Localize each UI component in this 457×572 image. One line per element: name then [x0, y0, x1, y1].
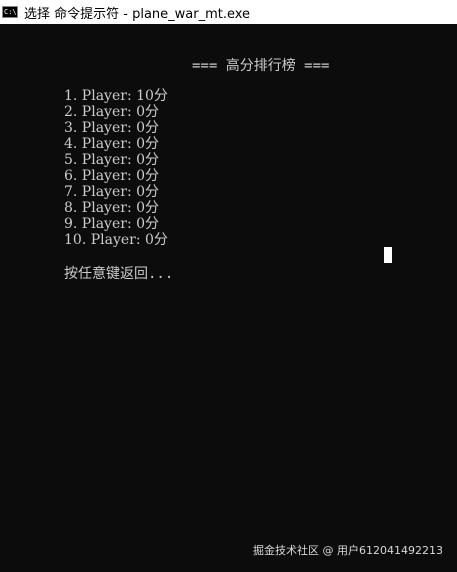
command-prompt-icon-label: C:\	[4, 8, 17, 16]
score-entry: 7. Player: 0分	[64, 184, 160, 200]
score-entry: 9. Player: 0分	[64, 216, 160, 232]
text-cursor	[384, 247, 392, 263]
command-prompt-icon[interactable]: C:\	[2, 6, 18, 18]
score-entry: 1. Player: 10分	[64, 88, 168, 104]
score-entry: 5. Player: 0分	[64, 152, 160, 168]
leaderboard-heading: === 高分排行榜 ===	[192, 58, 330, 74]
score-entry: 6. Player: 0分	[64, 168, 160, 184]
return-prompt: 按任意键返回...	[64, 266, 174, 282]
score-entry: 3. Player: 0分	[64, 120, 160, 136]
score-entry: 4. Player: 0分	[64, 136, 160, 152]
console-output[interactable]: === 高分排行榜 === 1. Player: 10分 2. Player: …	[0, 24, 457, 572]
title-bar[interactable]: C:\ 选择 命令提示符 - plane_war_mt.exe	[0, 0, 457, 24]
window-title: 选择 命令提示符 - plane_war_mt.exe	[24, 6, 251, 22]
watermark-text: 掘金技术社区 @ 用户612041492213	[253, 544, 443, 557]
score-entry: 10. Player: 0分	[64, 232, 168, 248]
score-entry: 2. Player: 0分	[64, 104, 160, 120]
score-entry: 8. Player: 0分	[64, 200, 160, 216]
score-list: 1. Player: 10分 2. Player: 0分 3. Player: …	[64, 88, 168, 248]
